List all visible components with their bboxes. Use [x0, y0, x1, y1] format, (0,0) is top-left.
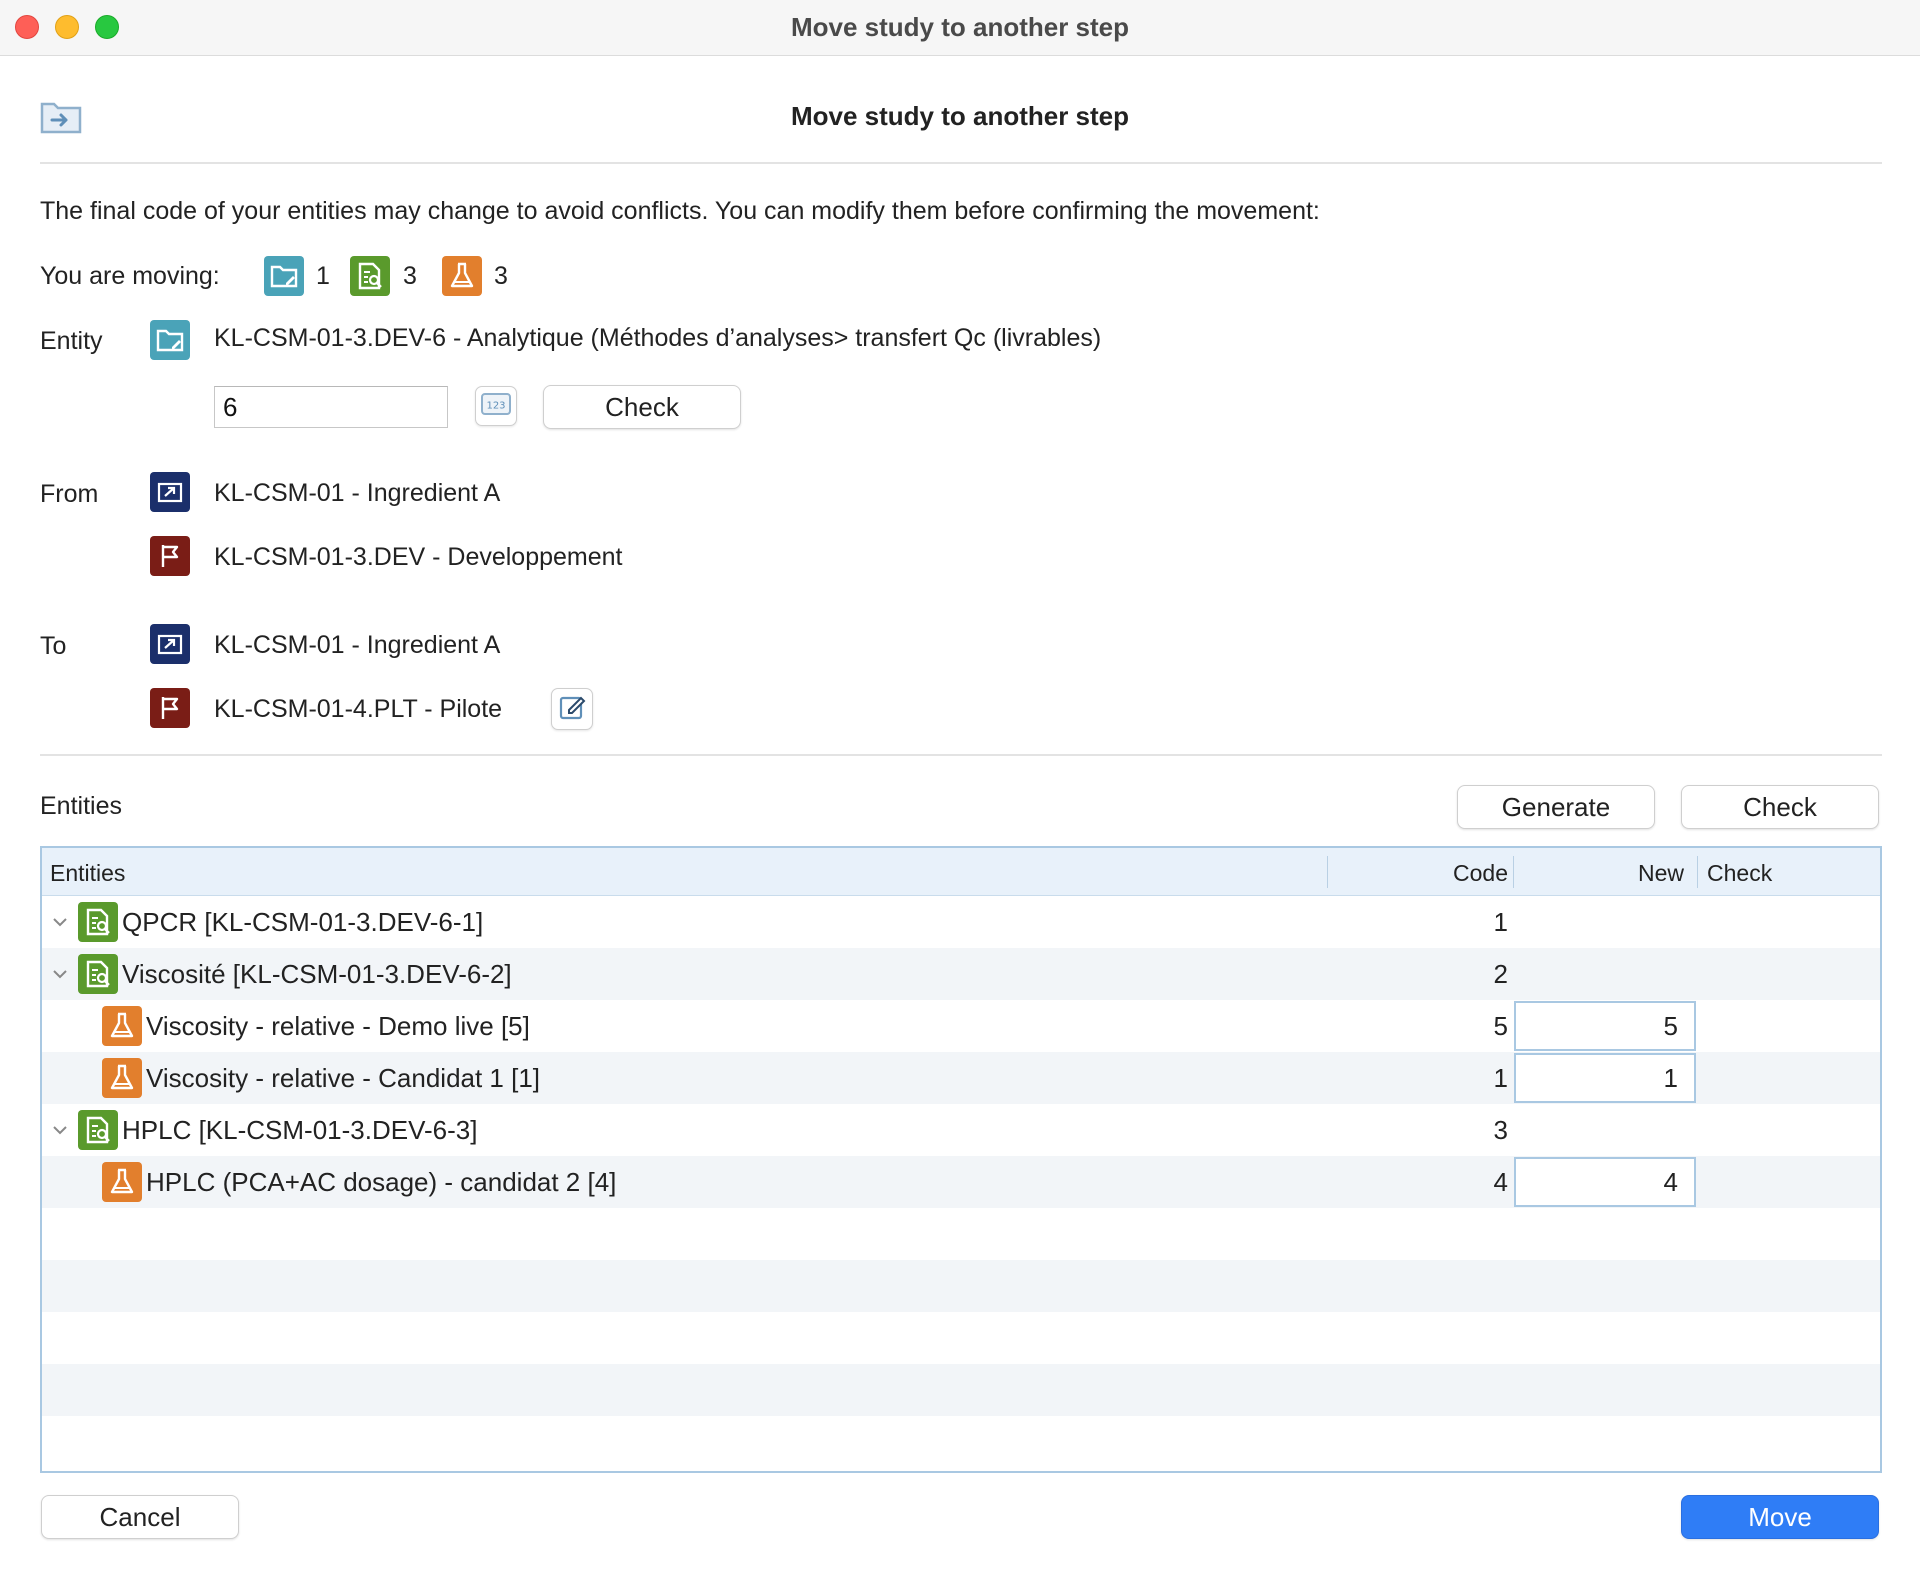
edit-icon [558, 693, 586, 726]
table-header: Entities Code New Check [42, 848, 1880, 896]
column-separator [1697, 856, 1698, 888]
code-value: 3 [1493, 1115, 1508, 1145]
folder-edit-icon [264, 256, 304, 296]
generate-button[interactable]: Generate [1457, 785, 1655, 829]
analysis-icon [350, 256, 390, 296]
chevron-down-icon[interactable] [50, 912, 70, 932]
flask-icon [442, 256, 482, 296]
folder-edit-icon [150, 320, 190, 360]
column-separator [1327, 856, 1328, 888]
flask-icon [102, 1006, 142, 1046]
from-project: KL-CSM-01 - Ingredient A [214, 479, 501, 507]
empty-row [42, 1312, 1880, 1364]
entity-label: HPLC [KL-CSM-01-3.DEV-6-3] [122, 1115, 478, 1145]
entity-label: HPLC (PCA+AC dosage) - candidat 2 [4] [146, 1167, 617, 1197]
entity-label: Entity [40, 327, 103, 355]
svg-text:123: 123 [486, 400, 505, 411]
entity-label: Viscosity - relative - Candidat 1 [1] [146, 1063, 541, 1093]
to-project: KL-CSM-01 - Ingredient A [214, 631, 501, 659]
column-header-check[interactable]: Check [1707, 860, 1772, 887]
code-value: 5 [1493, 1011, 1508, 1041]
code-value: 4 [1493, 1167, 1508, 1197]
new-code-input[interactable]: 1 [1514, 1053, 1696, 1103]
project-icon [150, 624, 190, 664]
table-row[interactable]: HPLC (PCA+AC dosage) - candidat 2 [4] 4 … [42, 1156, 1880, 1208]
entities-section-label: Entities [40, 792, 122, 820]
column-header-entities[interactable]: Entities [50, 860, 125, 887]
empty-row [42, 1208, 1880, 1260]
entity-check-button[interactable]: Check [543, 385, 741, 429]
analysis-icon [78, 1110, 118, 1150]
moving-label: You are moving: [40, 262, 220, 290]
analysis-icon [78, 954, 118, 994]
entity-name: KL-CSM-01-3.DEV-6 - Analytique (Méthodes… [214, 324, 1102, 352]
code-value: 1 [1493, 1063, 1508, 1093]
chevron-down-icon[interactable] [50, 964, 70, 984]
check-all-button[interactable]: Check [1681, 785, 1879, 829]
cancel-button[interactable]: Cancel [41, 1495, 239, 1539]
flag-icon [150, 536, 190, 576]
flask-icon [102, 1162, 142, 1202]
moving-count-folders: 1 [316, 262, 330, 290]
column-header-new[interactable]: New [1518, 860, 1684, 887]
code-value: 2 [1493, 959, 1508, 989]
info-text: The final code of your entities may chan… [40, 197, 1320, 225]
window-title: Move study to another step [790, 12, 1130, 42]
flag-icon [150, 688, 190, 728]
title-bar: Move study to another step [0, 0, 1920, 56]
move-button[interactable]: Move [1681, 1495, 1879, 1539]
from-label: From [40, 480, 99, 508]
dialog-title: Move study to another step [790, 101, 1130, 131]
moving-count-samples: 3 [494, 262, 508, 290]
table-row[interactable]: Viscosity - relative - Demo live [5] 5 5 [42, 1000, 1880, 1052]
from-step: KL-CSM-01-3.DEV - Developpement [214, 543, 623, 571]
entity-code-input[interactable] [214, 386, 448, 428]
entity-label: Viscosité [KL-CSM-01-3.DEV-6-2] [122, 959, 512, 989]
entity-label: QPCR [KL-CSM-01-3.DEV-6-1] [122, 907, 484, 937]
empty-row [42, 1364, 1880, 1416]
column-separator [1513, 856, 1514, 888]
new-code-input[interactable]: 4 [1514, 1157, 1696, 1207]
numbering-icon: 123 [481, 392, 511, 420]
edit-destination-button[interactable] [551, 688, 593, 730]
new-code-input[interactable]: 5 [1514, 1001, 1696, 1051]
moving-count-analyses: 3 [403, 262, 417, 290]
entity-label: Viscosity - relative - Demo live [5] [146, 1011, 530, 1041]
table-row[interactable]: Viscosity - relative - Candidat 1 [1] 1 … [42, 1052, 1880, 1104]
analysis-icon [78, 902, 118, 942]
code-value: 1 [1493, 907, 1508, 937]
empty-row [42, 1260, 1880, 1312]
section-divider [40, 754, 1882, 756]
chevron-down-icon[interactable] [50, 1120, 70, 1140]
flask-icon [102, 1058, 142, 1098]
table-row[interactable]: Viscosité [KL-CSM-01-3.DEV-6-2] 2 [42, 948, 1880, 1000]
header-divider [40, 162, 1882, 164]
entities-table[interactable]: Entities Code New Check QPCR [KL-CSM-01-… [40, 846, 1882, 1473]
table-row[interactable]: QPCR [KL-CSM-01-3.DEV-6-1] 1 [42, 896, 1880, 948]
project-icon [150, 472, 190, 512]
column-header-code[interactable]: Code [1332, 860, 1508, 887]
to-step: KL-CSM-01-4.PLT - Pilote [214, 695, 503, 723]
table-row[interactable]: HPLC [KL-CSM-01-3.DEV-6-3] 3 [42, 1104, 1880, 1156]
numbering-button[interactable]: 123 [475, 386, 517, 426]
to-label: To [40, 632, 67, 660]
